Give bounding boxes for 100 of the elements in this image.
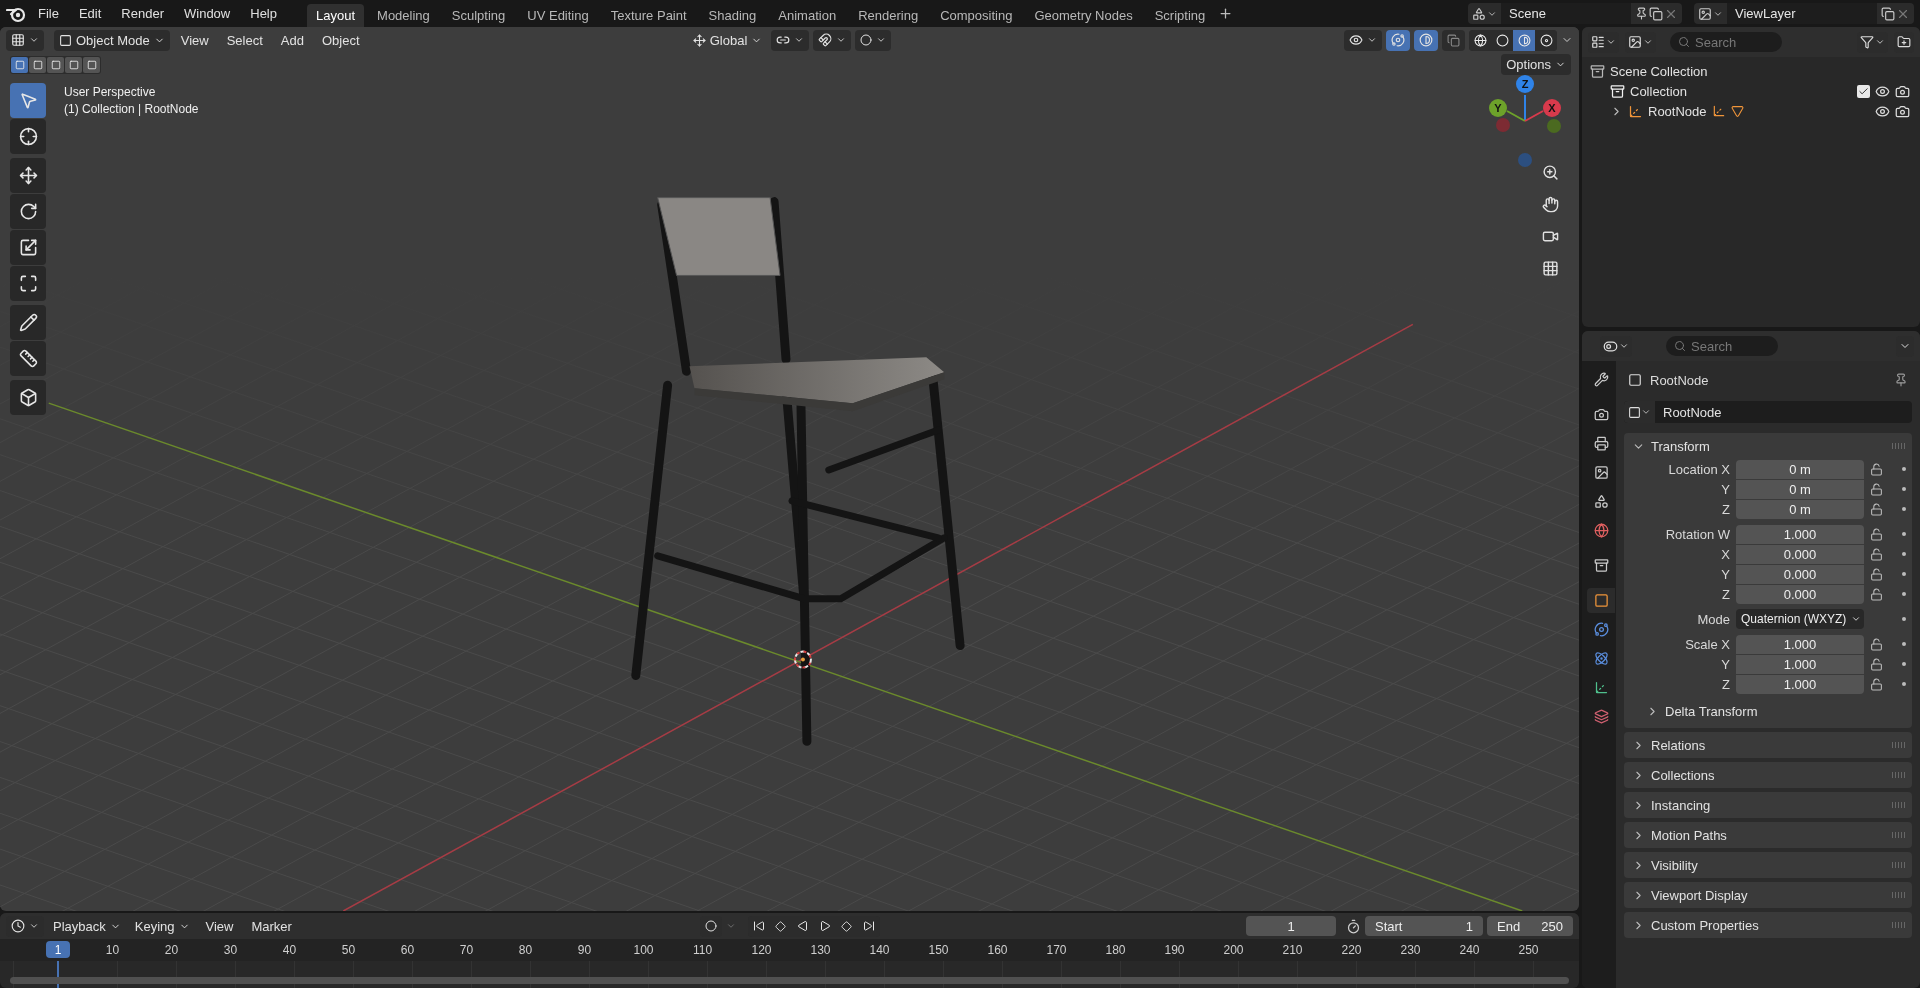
workspace-tab[interactable]: Texture Paint xyxy=(601,3,696,27)
selection-mode-button[interactable] xyxy=(29,56,46,73)
panel-header[interactable]: Custom Properties xyxy=(1624,912,1912,938)
rotate-tool[interactable] xyxy=(10,194,46,229)
eye-icon[interactable] xyxy=(1875,103,1890,119)
delta-transform-header[interactable]: Delta Transform xyxy=(1624,698,1912,724)
menu-item[interactable]: File xyxy=(30,3,67,24)
menu-item[interactable]: Help xyxy=(242,3,285,24)
number-field[interactable]: 0 m xyxy=(1736,459,1864,479)
lock-icon[interactable] xyxy=(1870,482,1883,496)
scale-tool[interactable] xyxy=(10,230,46,265)
gizmo-toggle-button[interactable] xyxy=(1386,29,1410,51)
mode-dropdown[interactable]: Object Mode xyxy=(54,29,170,51)
orientation-dropdown[interactable]: Global xyxy=(687,29,768,51)
selection-mode-button[interactable] xyxy=(65,56,82,73)
keyframe-dot[interactable] xyxy=(1902,487,1906,491)
workspace-tab[interactable]: Modeling xyxy=(368,3,439,27)
timeline-menu-item[interactable]: Marker xyxy=(244,916,299,936)
properties-search-field[interactable]: Search xyxy=(1666,336,1778,356)
menu-item[interactable]: Window xyxy=(176,3,239,24)
workspace-tab[interactable]: Shading xyxy=(699,3,766,27)
cursor-tool[interactable] xyxy=(10,119,46,154)
workspace-tab[interactable]: Layout xyxy=(307,3,365,27)
number-field[interactable]: 0.000 xyxy=(1736,544,1864,564)
keyframe-dot[interactable] xyxy=(1902,467,1906,471)
pin-icon[interactable] xyxy=(1894,373,1908,387)
keyframe-dot[interactable] xyxy=(1902,682,1906,686)
annotate-tool[interactable] xyxy=(10,305,46,340)
workspace-tab[interactable]: Rendering xyxy=(849,3,928,27)
keyframe-dot[interactable] xyxy=(1902,617,1906,621)
outliner-row[interactable]: Collection xyxy=(1582,81,1920,101)
lock-icon[interactable] xyxy=(1870,677,1883,691)
camera-icon[interactable] xyxy=(1895,83,1910,99)
visibility-dropdown[interactable] xyxy=(1344,29,1382,51)
number-field[interactable]: 0 m xyxy=(1736,499,1864,519)
workspace-tab[interactable]: Scripting xyxy=(1145,3,1215,27)
view-menu-item[interactable]: View xyxy=(173,30,216,50)
panel-header[interactable]: Visibility xyxy=(1624,852,1912,878)
number-field[interactable]: 1.000 xyxy=(1736,674,1864,694)
selection-mode-button[interactable] xyxy=(11,56,28,73)
number-field[interactable]: 1.000 xyxy=(1736,654,1864,674)
mode-dropdown[interactable]: Quaternion (WXYZ) xyxy=(1736,609,1864,629)
panel-header[interactable]: Collections xyxy=(1624,762,1912,788)
lock-icon[interactable] xyxy=(1870,462,1883,476)
proportional-edit-button[interactable] xyxy=(855,29,892,51)
outliner-search-field[interactable]: Search xyxy=(1670,32,1782,52)
keyframe-dot[interactable] xyxy=(1902,592,1906,596)
start-frame-field[interactable]: Start 1 xyxy=(1365,916,1483,936)
workspace-tab[interactable]: Sculpting xyxy=(442,3,515,27)
current-frame-field[interactable]: 1 xyxy=(1246,916,1336,936)
snap-dropdown[interactable] xyxy=(813,29,852,51)
scene-selector[interactable]: Scene xyxy=(1468,3,1682,24)
panel-header[interactable]: Motion Paths xyxy=(1624,822,1912,848)
number-field[interactable]: 0 m xyxy=(1736,479,1864,499)
timeline-menu-dropdown[interactable]: Playback xyxy=(48,915,126,937)
xray-button[interactable] xyxy=(1442,29,1465,51)
keyframe-dot[interactable] xyxy=(1902,572,1906,576)
scrollbar[interactable] xyxy=(10,977,1569,984)
menu-item[interactable]: Render xyxy=(113,3,172,24)
end-frame-field[interactable]: End 250 xyxy=(1487,916,1573,936)
move-tool[interactable] xyxy=(10,158,46,193)
object-name-field[interactable]: RootNode xyxy=(1624,401,1912,423)
lock-icon[interactable] xyxy=(1870,637,1883,651)
checkbox[interactable] xyxy=(1857,84,1870,98)
pivot-dropdown[interactable] xyxy=(771,29,810,51)
view-menu-item[interactable]: Select xyxy=(219,30,270,50)
workspace-tab[interactable]: Geometry Nodes xyxy=(1025,3,1142,27)
overlay-toggle-button[interactable] xyxy=(1414,29,1438,51)
outliner-row[interactable]: Scene Collection xyxy=(1582,61,1920,81)
measure-tool[interactable] xyxy=(10,341,46,376)
outliner-row[interactable]: RootNode xyxy=(1582,101,1920,121)
playhead[interactable]: 1 xyxy=(46,941,70,958)
copy-icon[interactable] xyxy=(1649,6,1663,21)
number-field[interactable]: 0.000 xyxy=(1736,564,1864,584)
view-menu-item[interactable]: Add xyxy=(273,30,311,50)
number-field[interactable]: 0.000 xyxy=(1736,584,1864,604)
shading-button[interactable] xyxy=(1513,29,1535,51)
panel-header[interactable]: Instancing xyxy=(1624,792,1912,818)
workspace-tab[interactable]: Compositing xyxy=(931,3,1022,27)
copy-icon[interactable] xyxy=(1881,6,1895,21)
keyframe-dot[interactable] xyxy=(1902,662,1906,666)
keyframe-dot[interactable] xyxy=(1902,552,1906,556)
transform-tool[interactable] xyxy=(10,266,46,301)
select-tool[interactable] xyxy=(10,83,46,118)
selection-mode-button[interactable] xyxy=(83,56,100,73)
lock-icon[interactable] xyxy=(1870,502,1883,516)
lock-icon[interactable] xyxy=(1870,527,1883,541)
pin-icon[interactable] xyxy=(1635,7,1648,20)
lock-icon[interactable] xyxy=(1870,567,1883,581)
panel-header[interactable]: Viewport Display xyxy=(1624,882,1912,908)
options-dropdown[interactable]: Options xyxy=(1501,54,1571,75)
keyframe-dot[interactable] xyxy=(1902,642,1906,646)
add-workspace-icon[interactable] xyxy=(1218,6,1234,21)
transform-panel-header[interactable]: Transform xyxy=(1624,433,1912,459)
selection-mode-button[interactable] xyxy=(47,56,64,73)
workspace-tab[interactable]: Animation xyxy=(769,3,846,27)
menu-item[interactable]: Edit xyxy=(70,3,110,24)
lock-icon[interactable] xyxy=(1870,547,1883,561)
workspace-tab[interactable]: UV Editing xyxy=(518,3,598,27)
view-layer-selector[interactable]: ViewLayer xyxy=(1694,3,1914,24)
